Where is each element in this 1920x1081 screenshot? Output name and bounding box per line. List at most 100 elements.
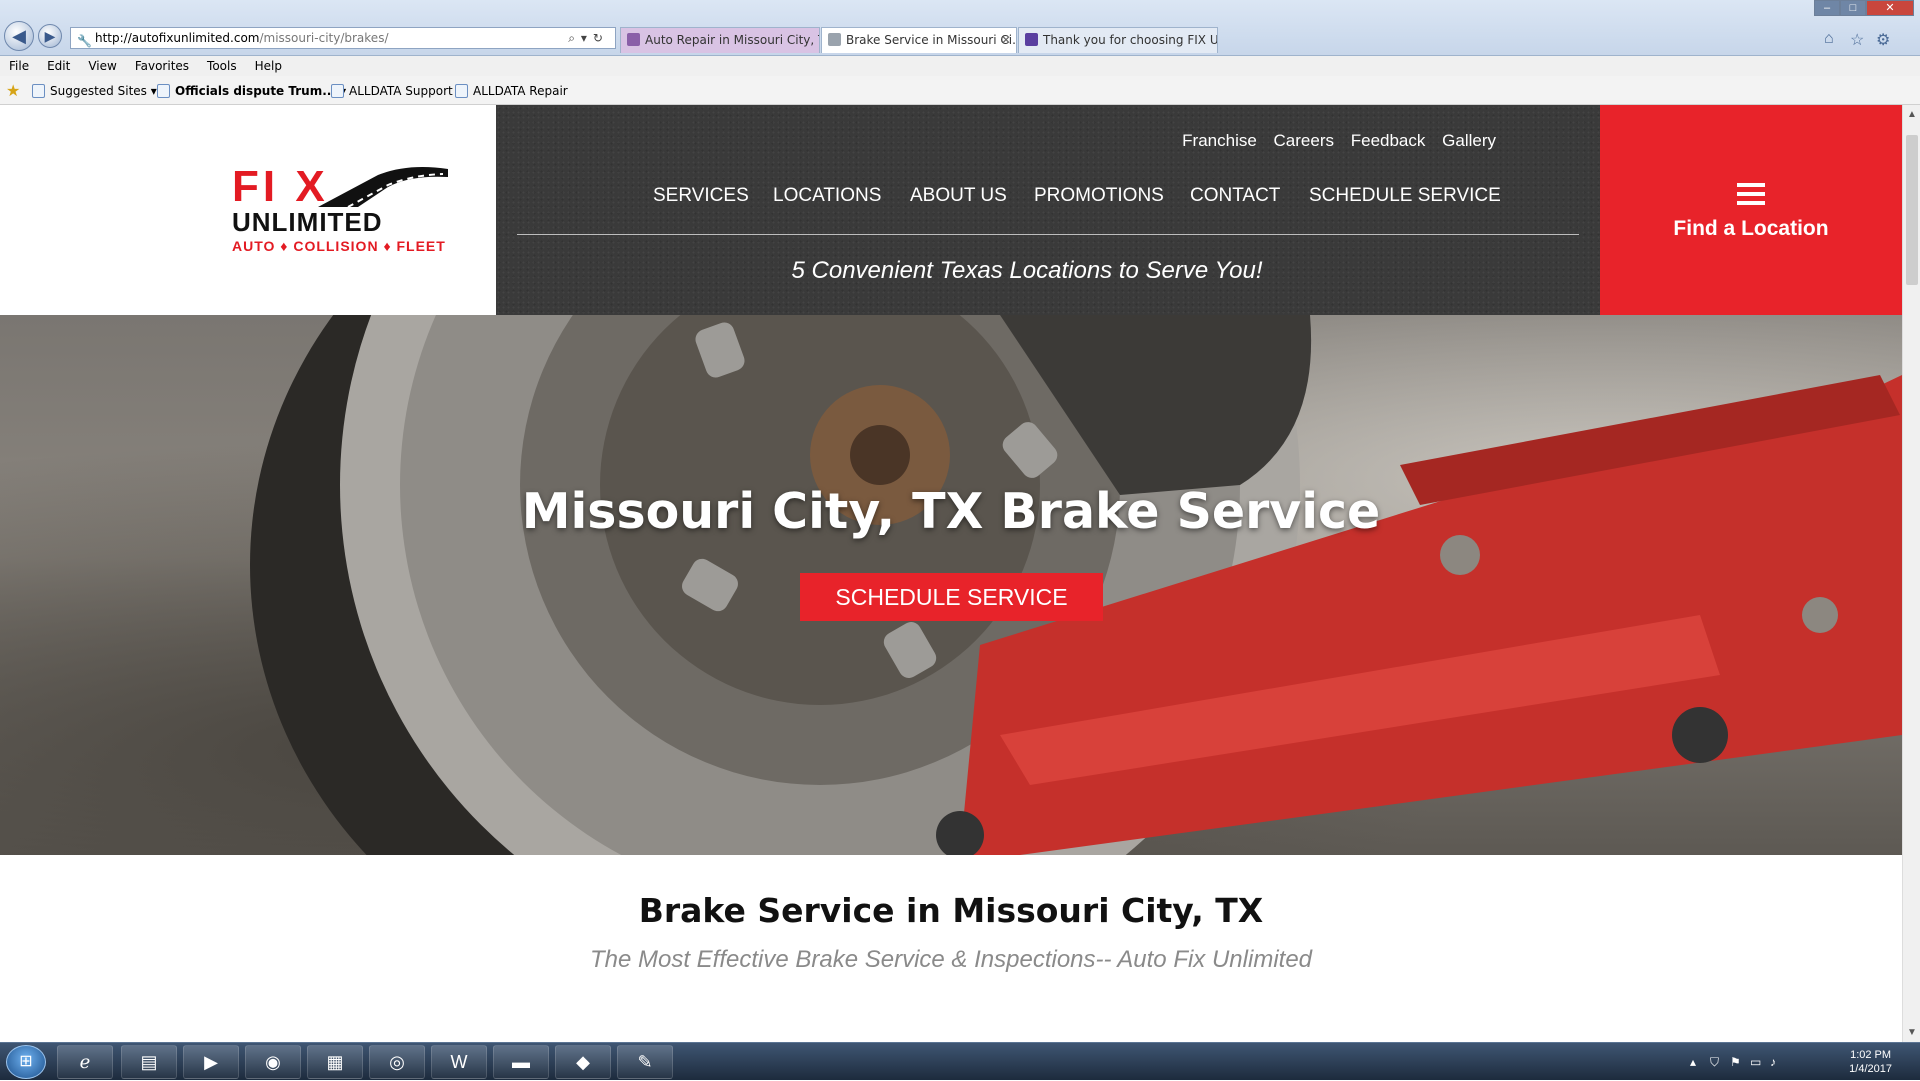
fav-label: ALLDATA Repair xyxy=(473,84,568,98)
nav-schedule-service[interactable]: SCHEDULE SERVICE xyxy=(1309,185,1501,207)
browser-title-bar: ◀ ▶ 🔧 http://autofixunlimited.com/missou… xyxy=(0,0,1920,56)
back-button[interactable]: ◀ xyxy=(4,21,34,51)
nav-contact[interactable]: CONTACT xyxy=(1190,185,1280,207)
security-shield-icon[interactable]: ⛉ xyxy=(1710,1055,1719,1070)
menu-favorites[interactable]: Favorites xyxy=(126,56,198,76)
favorites-star-icon[interactable]: ★ xyxy=(6,81,20,100)
tab-auto-repair[interactable]: Auto Repair in Missouri City, T... xyxy=(620,27,820,53)
tab-favicon-icon xyxy=(1025,33,1038,46)
fav-label: Suggested Sites xyxy=(50,84,147,98)
menu-file[interactable]: File xyxy=(0,56,38,76)
search-refresh-icons[interactable]: ⌕▾↻ xyxy=(568,28,609,48)
forward-button[interactable]: ▶ xyxy=(38,24,62,48)
url-domain: http://autofixunlimited.com xyxy=(95,31,260,45)
nav-locations[interactable]: LOCATIONS xyxy=(773,185,881,207)
header-tagline: 5 Convenient Texas Locations to Serve Yo… xyxy=(791,257,1263,284)
menu-edit[interactable]: Edit xyxy=(38,56,79,76)
minimize-button[interactable]: – xyxy=(1814,0,1840,16)
home-icon[interactable]: ⌂ xyxy=(1824,30,1834,48)
tab-title: Thank you for choosing FIX Un... xyxy=(1043,33,1218,47)
folder-icon[interactable]: ▬ xyxy=(493,1045,549,1079)
find-location-button[interactable]: Find a Location xyxy=(1600,105,1902,315)
nav-divider xyxy=(517,234,1579,235)
chrome-icon[interactable]: ◎ xyxy=(369,1045,425,1079)
site-header: Franchise Careers Feedback Gallery SERVI… xyxy=(496,105,1600,315)
internet-explorer-icon[interactable]: ℯ xyxy=(57,1045,113,1079)
show-hidden-icons-icon[interactable]: ▴ xyxy=(1690,1055,1696,1069)
tab-brake-service[interactable]: Brake Service in Missouri Ci... ✕ xyxy=(821,27,1017,53)
web-page: FI X UNLIMITED AUTO ♦ COLLISION ♦ FLEET … xyxy=(0,105,1902,1042)
utility-nav: Franchise Careers Feedback Gallery xyxy=(496,131,1496,151)
page-icon xyxy=(32,84,45,98)
firefox-icon[interactable]: ◉ xyxy=(245,1045,301,1079)
page-icon: 🔧 xyxy=(77,34,92,48)
scrollbar-thumb[interactable] xyxy=(1906,135,1918,285)
tab-favicon-icon xyxy=(828,33,841,46)
fav-label: ALLDATA Support xyxy=(349,84,453,98)
find-location-label: Find a Location xyxy=(1673,217,1829,240)
clock-time: 1:02 PM xyxy=(1850,1049,1892,1061)
clock[interactable]: 1:02 PM 1/4/2017 xyxy=(1849,1048,1892,1076)
maximize-button[interactable]: □ xyxy=(1840,0,1866,16)
nav-services[interactable]: SERVICES xyxy=(653,185,749,207)
chevron-down-icon: ▾ xyxy=(150,84,157,98)
fav-alldata-support[interactable]: ALLDATA Support xyxy=(331,83,453,99)
logo-unlimited-text: UNLIMITED xyxy=(232,207,383,237)
page-icon xyxy=(331,84,344,98)
logo-area: FI X UNLIMITED AUTO ♦ COLLISION ♦ FLEET xyxy=(0,105,496,315)
menu-view[interactable]: View xyxy=(79,56,125,76)
network-icon[interactable]: ▭ xyxy=(1750,1055,1761,1069)
nav-promotions[interactable]: PROMOTIONS xyxy=(1034,185,1164,207)
hero-title: Missouri City, TX Brake Service xyxy=(521,483,1381,540)
nav-feedback[interactable]: Feedback xyxy=(1351,131,1426,151)
tab-thank-you[interactable]: Thank you for choosing FIX Un... xyxy=(1018,27,1218,53)
fav-label: Officials dispute Trum... xyxy=(175,84,336,98)
menu-bar: File Edit View Favorites Tools Help xyxy=(0,56,1920,76)
tab-favicon-icon xyxy=(627,33,640,46)
fix-unlimited-logo[interactable]: FI X UNLIMITED AUTO ♦ COLLISION ♦ FLEET xyxy=(232,165,448,257)
close-tab-icon[interactable]: ✕ xyxy=(1001,28,1011,52)
content-heading: Brake Service in Missouri City, TX xyxy=(638,891,1264,930)
tab-title: Auto Repair in Missouri City, T... xyxy=(645,33,820,47)
logo-fix-text: FI X xyxy=(232,162,329,211)
nav-about-us[interactable]: ABOUT US xyxy=(910,185,1007,207)
favorites-star-icon[interactable]: ☆ xyxy=(1850,30,1864,50)
nav-gallery[interactable]: Gallery xyxy=(1442,131,1496,151)
windows-taskbar: ⊞ ℯ ▤ ▶ ◉ ▦ ◎ W ▬ ◆ ✎ ▴ ⛉ ⚑ ▭ ♪ 1:02 PM … xyxy=(0,1042,1920,1080)
git-icon[interactable]: ◆ xyxy=(555,1045,611,1079)
word-icon[interactable]: W xyxy=(431,1045,487,1079)
fav-alldata-repair[interactable]: ALLDATA Repair xyxy=(455,83,568,99)
calculator-icon[interactable]: ▦ xyxy=(307,1045,363,1079)
system-tray: ▴ ⛉ ⚑ ▭ ♪ 1:02 PM 1/4/2017 xyxy=(1680,1043,1920,1081)
hero-schedule-service-button[interactable]: SCHEDULE SERVICE xyxy=(800,573,1103,621)
media-player-icon[interactable]: ▶ xyxy=(183,1045,239,1079)
url-path: /missouri-city/brakes/ xyxy=(259,31,389,45)
logo-tagline: AUTO ♦ COLLISION ♦ FLEET xyxy=(232,238,446,254)
content-subheading: The Most Effective Brake Service & Inspe… xyxy=(589,946,1313,973)
menu-help[interactable]: Help xyxy=(246,56,291,76)
settings-gear-icon[interactable]: ⚙ xyxy=(1876,30,1890,50)
hero-banner: Missouri City, TX Brake Service SCHEDULE… xyxy=(0,315,1902,855)
menu-tools[interactable]: Tools xyxy=(198,56,246,76)
scroll-up-icon[interactable]: ▲ xyxy=(1907,109,1917,120)
file-explorer-icon[interactable]: ▤ xyxy=(121,1045,177,1079)
tab-title: Brake Service in Missouri Ci... xyxy=(846,33,1017,47)
nav-franchise[interactable]: Franchise xyxy=(1182,131,1257,151)
road-swoosh-icon xyxy=(318,167,448,207)
favorites-bar: ★ Suggested Sites ▾ Officials dispute Tr… xyxy=(0,76,1920,105)
page-icon xyxy=(157,84,170,98)
address-bar[interactable]: 🔧 http://autofixunlimited.com/missouri-c… xyxy=(70,27,616,49)
fav-officials-dispute[interactable]: Officials dispute Trum... ▾ xyxy=(157,83,346,99)
nav-careers[interactable]: Careers xyxy=(1274,131,1334,151)
close-window-button[interactable]: ✕ xyxy=(1866,0,1914,16)
paint-icon[interactable]: ✎ xyxy=(617,1045,673,1079)
clock-date: 1/4/2017 xyxy=(1849,1063,1892,1075)
action-center-flag-icon[interactable]: ⚑ xyxy=(1730,1055,1741,1069)
vertical-scrollbar[interactable]: ▲ ▼ xyxy=(1902,105,1920,1042)
page-icon xyxy=(455,84,468,98)
fav-suggested-sites[interactable]: Suggested Sites ▾ xyxy=(32,83,157,99)
hamburger-menu-icon xyxy=(1737,183,1765,205)
scroll-down-icon[interactable]: ▼ xyxy=(1907,1027,1917,1038)
start-button[interactable]: ⊞ xyxy=(6,1045,46,1079)
volume-icon[interactable]: ♪ xyxy=(1770,1055,1776,1069)
